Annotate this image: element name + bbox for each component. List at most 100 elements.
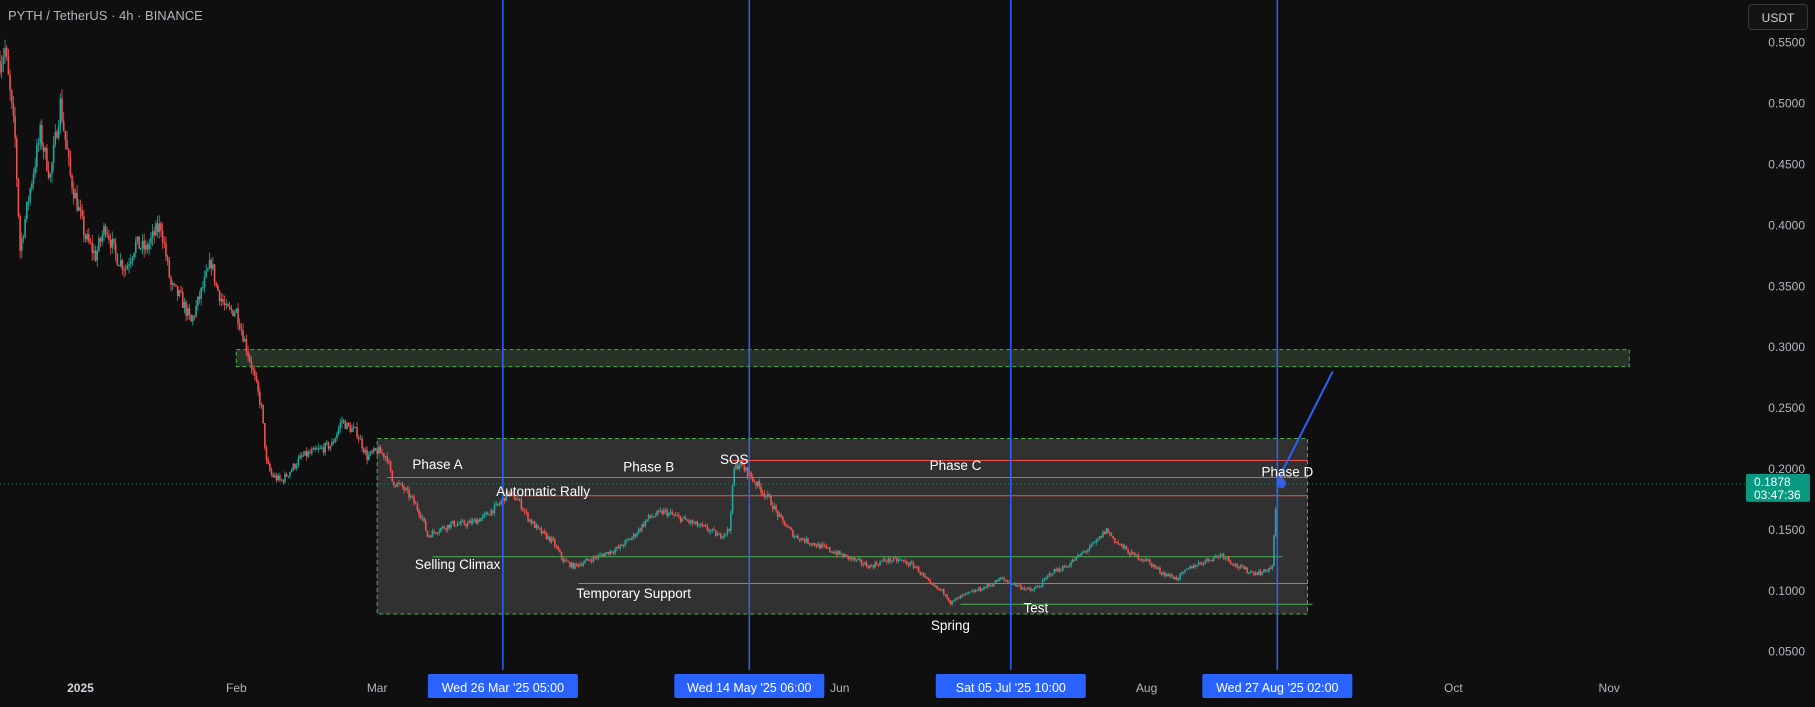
candle-body-20 (32, 173, 35, 184)
candle-body-723 (1211, 560, 1213, 562)
candle-body-60 (99, 238, 102, 242)
price-tick-label-4: 0.3500 (1768, 279, 1805, 293)
candle-body-559 (936, 585, 938, 589)
candle-body-527 (882, 559, 885, 562)
candle-body-377 (631, 537, 633, 540)
candle-body-544 (911, 562, 913, 564)
candle-body-536 (897, 559, 900, 562)
candle-body-26 (42, 146, 45, 152)
candle-body-401 (671, 512, 673, 515)
candle-body-283 (473, 519, 476, 521)
candle-body-636 (1065, 566, 1067, 568)
candle-body-658 (1102, 531, 1104, 538)
candle-body-620 (1038, 586, 1041, 588)
candle-body-345 (577, 564, 580, 567)
candle-body-204 (341, 420, 343, 424)
candle-body-175 (292, 464, 295, 470)
candle-body-720 (1206, 558, 1208, 561)
candle-body-389 (651, 516, 653, 518)
candle-body-711 (1191, 566, 1193, 569)
candle-body-77 (128, 264, 130, 266)
candle-body-205 (342, 420, 345, 422)
candle-body-520 (870, 565, 873, 567)
candle-body-84 (140, 248, 142, 250)
candle-body-697 (1167, 573, 1170, 577)
candle-body-715 (1197, 562, 1200, 566)
candle-body-694 (1162, 572, 1165, 575)
candle-body-18 (29, 188, 31, 202)
candle-body-115 (191, 316, 194, 322)
candle-body-75 (124, 269, 127, 271)
projection-handle[interactable] (1276, 478, 1287, 489)
candle-body-158 (264, 423, 266, 448)
candle-body-741 (1241, 565, 1243, 567)
candle-body-521 (872, 565, 875, 568)
candle-body-64 (106, 233, 109, 236)
candle-body-693 (1160, 572, 1163, 575)
time-axis[interactable] (0, 670, 1745, 702)
candle-body-667 (1117, 542, 1119, 544)
candle-body-486 (813, 543, 816, 546)
candle-body-465 (778, 514, 781, 517)
candle-body-759 (1271, 565, 1274, 569)
candle-body-9 (14, 116, 16, 139)
candle-body-111 (185, 302, 187, 316)
candle-body-123 (205, 270, 207, 277)
candle-body-86 (143, 240, 145, 250)
candle-body-612 (1025, 588, 1027, 590)
candle-body-661 (1107, 528, 1109, 533)
candle-body-7 (10, 90, 13, 104)
candle-body-38 (62, 121, 65, 131)
candle-body-269 (450, 523, 452, 528)
candle-body-335 (560, 552, 563, 559)
candle-body-406 (679, 516, 682, 522)
candle-body-463 (775, 505, 777, 511)
candle-body-635 (1063, 566, 1066, 568)
candle-body-22 (36, 145, 38, 167)
candle-body-639 (1070, 562, 1072, 566)
candle-body-362 (606, 551, 608, 554)
candle-body-58 (96, 250, 99, 261)
candle-body-615 (1030, 588, 1032, 591)
candle-body-137 (228, 306, 231, 308)
candle-body-380 (636, 533, 638, 537)
candle-body-450 (753, 480, 756, 483)
candle-body-81 (134, 241, 137, 254)
candle-body-193 (322, 447, 325, 453)
candle-body-144 (240, 329, 243, 331)
candle-body-664 (1112, 536, 1114, 539)
candle-body-180 (300, 455, 303, 457)
candle-body-110 (183, 302, 186, 309)
candle-body-347 (580, 564, 583, 566)
candle-body-107 (178, 290, 181, 296)
candle-body-247 (413, 496, 415, 503)
candlestick-chart[interactable]: Phase A Automatic Rally Phase B SOS Phase C P… (0, 0, 1815, 702)
candle-body-282 (471, 520, 474, 524)
candle-body-313 (523, 510, 526, 512)
candle-body-54 (89, 241, 92, 243)
candle-body-251 (419, 514, 422, 519)
candle-body-557 (932, 584, 935, 586)
candle-body-296 (495, 503, 497, 505)
chart-area[interactable]: Phase A Automatic Rally Phase B SOS Phase C P… (0, 0, 1815, 702)
candle-body-746 (1249, 571, 1252, 573)
candle-body-666 (1115, 542, 1118, 544)
candle-body-190 (317, 448, 320, 450)
candle-body-725 (1214, 556, 1217, 558)
candle-body-478 (800, 538, 803, 541)
candle-body-481 (805, 538, 808, 543)
candle-body-383 (641, 524, 643, 531)
candle-body-424 (709, 530, 712, 532)
candle-body-316 (528, 519, 531, 521)
candle-body-718 (1202, 563, 1205, 565)
candle-body-391 (654, 515, 657, 517)
candle-body-90 (150, 237, 152, 244)
candle-body-151 (252, 368, 254, 371)
candle-body-105 (175, 284, 177, 287)
candle-body-97 (161, 230, 164, 243)
candle-body-29 (47, 170, 50, 178)
candle-body-625 (1046, 575, 1049, 578)
price-tick-label-2: 0.4500 (1768, 157, 1805, 171)
candle-body-604 (1011, 583, 1014, 585)
currency-button[interactable]: USDT (1748, 4, 1808, 30)
